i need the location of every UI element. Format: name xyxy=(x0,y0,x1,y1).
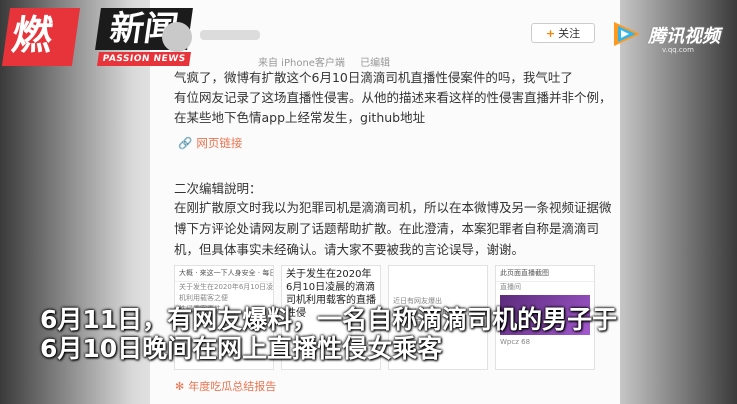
flower-icon: ✻ xyxy=(175,380,185,393)
post-body-line: 在某些地下色情app上经常发生，github地址 xyxy=(174,110,426,125)
edit-note-line: 博下方评论处请网友刷了话题帮助扩散。在此澄清，本案犯罪者自称是滴滴司 xyxy=(174,221,600,236)
blurred-username xyxy=(200,30,260,40)
post-body-line: 有位网友记录了这场直播性侵害。从他的描述来看这样的性侵害直播并非个例， xyxy=(174,90,612,105)
thumb-line: 机利用载客之便 xyxy=(179,294,228,302)
tencent-video-icon xyxy=(614,22,640,46)
caption-line: 6月11日，有网友爆料，一名自称滴滴司机的男子于 xyxy=(40,305,618,334)
caption-line: 6月10日晚间在网上直播性侵女乘客 xyxy=(40,334,443,363)
thumb-line: 直播间 xyxy=(500,283,521,291)
watermark-name: 腾讯视频 xyxy=(648,26,720,47)
thumb-header: 大概 · 来这一下人身安全 · 每日'数据集 xyxy=(175,266,273,282)
post-meta: 来自 iPhone客户端 已编辑 xyxy=(258,54,402,69)
plus-icon: + xyxy=(545,27,556,40)
edit-note-line: 机，但具体事实未经确认。请大家不要被我的言论误导，谢谢。 xyxy=(174,242,525,257)
follow-button[interactable]: + 关注 xyxy=(531,23,595,43)
edit-note-line: 在刚扩散原文时我以为犯罪司机是滴滴司机，所以在本微博及另一条视频证据微 xyxy=(174,200,612,215)
edit-note-title: 二次编辑說明： xyxy=(174,181,262,196)
tencent-video-watermark: 腾讯视频 v.qq.com xyxy=(610,18,730,58)
follow-label: 关注 xyxy=(558,27,581,40)
logo-mark: 燃 xyxy=(1,8,81,66)
video-caption: 6月11日，有网友爆料，一名自称滴滴司机的男子于 6月10日晚间在网上直播性侵女… xyxy=(40,305,700,363)
annual-report-link[interactable]: ✻ 年度吃瓜总结报告 xyxy=(175,378,276,394)
edit-note-body: 在刚扩散原文时我以为犯罪司机是滴滴司机，所以在本微博及另一条视频证据微 博下方评… xyxy=(174,197,614,260)
post-body: 气疯了，微博有扩散这个6月10日滴滴司机直播性侵案件的吗，我气吐了 有位网友记录… xyxy=(174,68,614,128)
web-link-label: 网页链接 xyxy=(196,136,243,150)
link-icon: 🔗 xyxy=(178,136,193,150)
report-label: 年度吃瓜总结报告 xyxy=(188,380,277,393)
avatar[interactable] xyxy=(162,22,192,52)
thumb-header: 此页面直播截图 xyxy=(496,266,594,282)
post-body-line: 气疯了，微博有扩散这个6月10日滴滴司机直播性侵案件的吗，我气吐了 xyxy=(174,70,573,85)
logo-subtitle: PASSION NEWS xyxy=(97,52,191,66)
watermark-en: v.qq.com xyxy=(662,46,694,54)
thumb-line: 关于发生在2020年6月10日凌晨的滴滴司 xyxy=(179,283,273,291)
web-link[interactable]: 🔗 网页链接 xyxy=(178,135,242,151)
